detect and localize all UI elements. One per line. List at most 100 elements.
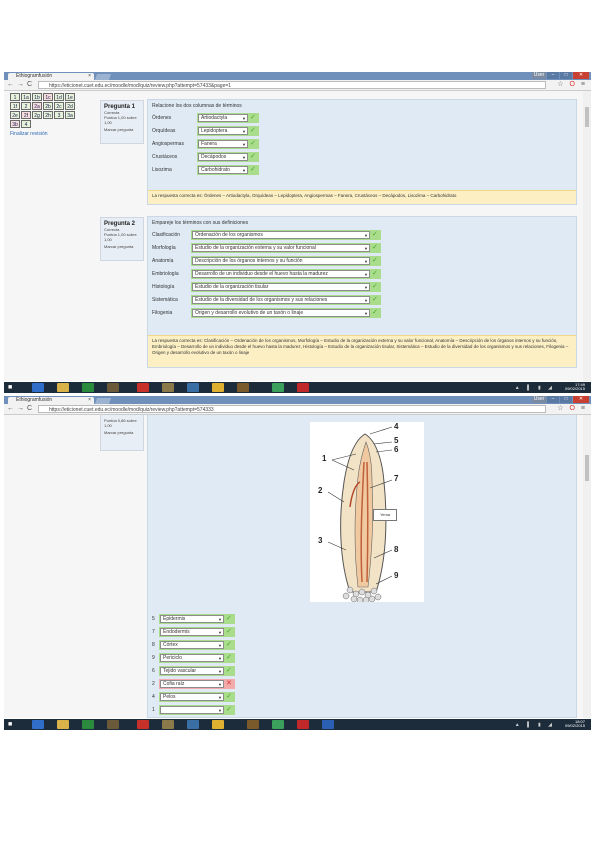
- quiz-nav-cell[interactable]: 1a: [21, 93, 31, 101]
- app-icon[interactable]: [187, 383, 199, 392]
- quiz-nav-cell[interactable]: 2e: [10, 111, 20, 119]
- back-icon[interactable]: ←: [7, 405, 14, 413]
- spotify-icon[interactable]: [272, 720, 284, 729]
- quiz-nav-cell[interactable]: 2: [21, 102, 31, 110]
- flag-question-link[interactable]: Marcar pregunta: [104, 244, 140, 249]
- explorer-icon[interactable]: [57, 720, 69, 729]
- quiz-nav-cell[interactable]: 3a: [65, 111, 75, 119]
- answer-select[interactable]: Lepidoptera ▼: [198, 127, 248, 135]
- address-bar[interactable]: https://eticionet.cuet.edu.ec/moodle/mod…: [38, 81, 546, 89]
- close-button[interactable]: ✕: [573, 396, 589, 403]
- user-button[interactable]: User: [532, 396, 546, 403]
- flag-question-link[interactable]: Marcar pregunta: [104, 430, 140, 435]
- forward-icon[interactable]: →: [17, 81, 24, 89]
- app-icon[interactable]: [107, 383, 119, 392]
- opera-icon[interactable]: O: [570, 405, 577, 412]
- answer-select[interactable]: Fanera ▼: [198, 140, 248, 148]
- quiz-nav-cell[interactable]: 2a: [32, 102, 42, 110]
- app-icon[interactable]: [107, 720, 119, 729]
- chrome-icon[interactable]: [212, 720, 224, 729]
- answer-select[interactable]: Origen y desarrollo evolutivo de un taxó…: [192, 309, 370, 317]
- power-icon[interactable]: [137, 720, 149, 729]
- app-icon[interactable]: [187, 720, 199, 729]
- quiz-nav-cell[interactable]: 2c: [54, 102, 64, 110]
- reload-icon[interactable]: C: [27, 81, 32, 89]
- close-button[interactable]: ✕: [573, 72, 589, 79]
- back-icon[interactable]: ←: [7, 81, 14, 89]
- reload-icon[interactable]: C: [27, 405, 32, 413]
- power-icon[interactable]: [137, 383, 149, 392]
- flag-question-link[interactable]: Marcar pregunta: [104, 127, 140, 132]
- forward-icon[interactable]: →: [17, 405, 24, 413]
- quiz-nav-cell[interactable]: 1c: [43, 93, 53, 101]
- app-icon[interactable]: [162, 720, 174, 729]
- scrollbar[interactable]: [583, 415, 591, 718]
- excel-icon[interactable]: [82, 383, 94, 392]
- tab-close-icon[interactable]: ×: [88, 73, 91, 80]
- quiz-nav-cell[interactable]: 4: [21, 120, 31, 128]
- minimize-button[interactable]: –: [547, 72, 559, 79]
- system-tray[interactable]: ▲ ▌ ▮ ◢: [515, 385, 555, 391]
- maximize-button[interactable]: □: [560, 72, 572, 79]
- quiz-nav-cell[interactable]: 1: [10, 93, 20, 101]
- opera-icon[interactable]: O: [570, 81, 577, 88]
- acrobat-icon[interactable]: [297, 720, 309, 729]
- answer-select[interactable]: Carbohidrato ▼: [198, 166, 248, 174]
- star-icon[interactable]: ☆: [557, 81, 565, 88]
- answer-select[interactable]: Tejido vascular ▼: [160, 667, 224, 675]
- ie-icon[interactable]: [32, 720, 44, 729]
- browser-tab[interactable]: Ethiogramfusión ×: [8, 73, 94, 80]
- finish-review-link[interactable]: Finalizar revisión: [10, 131, 100, 137]
- windows-start-icon[interactable]: ■: [8, 384, 16, 392]
- quiz-nav-cell[interactable]: 2f: [21, 111, 31, 119]
- browser-tab[interactable]: Ethiogramfusión ×: [8, 397, 94, 404]
- answer-select[interactable]: Estudio de la organización externa y su …: [192, 244, 370, 252]
- answer-select[interactable]: Descripción de los órganos internos y su…: [192, 257, 370, 265]
- ie-icon[interactable]: [32, 383, 44, 392]
- quiz-nav-cell[interactable]: 1f: [10, 102, 20, 110]
- app-icon[interactable]: [247, 720, 259, 729]
- answer-select[interactable]: Pelos ▼: [160, 693, 224, 701]
- minimize-button[interactable]: –: [547, 396, 559, 403]
- answer-select[interactable]: Cofia raíz ▼: [160, 680, 224, 688]
- quiz-nav-cell[interactable]: 3: [54, 111, 64, 119]
- system-tray[interactable]: ▲ ▌ ▮ ◢: [515, 722, 555, 728]
- acrobat-icon[interactable]: [297, 383, 309, 392]
- answer-select[interactable]: Ordenación de los organismos ▼: [192, 231, 370, 239]
- chrome-icon[interactable]: [212, 383, 224, 392]
- quiz-nav-cell[interactable]: 2b: [43, 102, 53, 110]
- quiz-nav-cell[interactable]: 2d: [65, 102, 75, 110]
- answer-select[interactable]: Epidermis ▼: [160, 615, 224, 623]
- answer-select[interactable]: Córtex ▼: [160, 641, 224, 649]
- answer-select[interactable]: ▼: [160, 706, 224, 714]
- word-icon[interactable]: [322, 720, 334, 729]
- tab-close-icon[interactable]: ×: [88, 397, 91, 404]
- app-icon[interactable]: [162, 383, 174, 392]
- quiz-nav-cell[interactable]: 2g: [32, 111, 42, 119]
- explorer-icon[interactable]: [57, 383, 69, 392]
- maximize-button[interactable]: □: [560, 396, 572, 403]
- answer-select[interactable]: Artiodactyla ▼: [198, 114, 248, 122]
- scrollbar[interactable]: [583, 91, 591, 381]
- menu-icon[interactable]: ≡: [581, 405, 587, 412]
- excel-icon[interactable]: [82, 720, 94, 729]
- star-icon[interactable]: ☆: [557, 405, 565, 412]
- quiz-nav-cell[interactable]: 3b: [10, 120, 20, 128]
- quiz-nav-cell[interactable]: 1d: [54, 93, 64, 101]
- answer-select[interactable]: Estudio de la diversidad de los organism…: [192, 296, 370, 304]
- quiz-nav-cell[interactable]: 1b: [32, 93, 42, 101]
- user-button[interactable]: User: [532, 72, 546, 79]
- app-icon[interactable]: [237, 383, 249, 392]
- answer-select[interactable]: Decápodos ▼: [198, 153, 248, 161]
- answer-select[interactable]: Endodermis ▼: [160, 628, 224, 636]
- answer-select[interactable]: Estudio de la organización tisular ▼: [192, 283, 370, 291]
- spotify-icon[interactable]: [272, 383, 284, 392]
- answer-select[interactable]: Desarrollo de un individuo desde el huev…: [192, 270, 370, 278]
- address-bar[interactable]: https://eticionet.cuet.edu.ec/moodle/mod…: [38, 405, 546, 413]
- quiz-nav-cell[interactable]: 1e: [65, 93, 75, 101]
- menu-icon[interactable]: ≡: [581, 81, 587, 88]
- answer-select[interactable]: Periciclo ▼: [160, 654, 224, 662]
- answer-number: 2: [152, 681, 155, 687]
- quiz-nav-cell[interactable]: 2h: [43, 111, 53, 119]
- windows-start-icon[interactable]: ■: [8, 721, 16, 729]
